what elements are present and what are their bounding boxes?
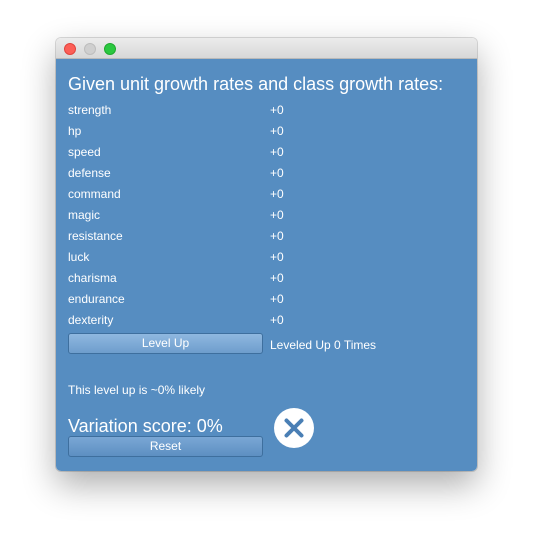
x-circle-icon [274, 408, 314, 448]
level-up-button[interactable]: Level Up [68, 333, 263, 354]
stat-row-strength: strength +0 [68, 103, 368, 119]
stat-value: +0 [270, 145, 284, 159]
stat-value: +0 [270, 229, 284, 243]
page-title: Given unit growth rates and class growth… [68, 74, 444, 94]
stat-value: +0 [270, 250, 284, 264]
zoom-window-button[interactable] [104, 43, 116, 55]
stat-name: dexterity [68, 313, 114, 327]
stat-name: charisma [68, 271, 117, 285]
main-panel: Given unit growth rates and class growth… [56, 59, 477, 471]
stat-name: strength [68, 103, 112, 117]
stat-row-speed: speed +0 [68, 145, 368, 161]
stat-row-resistance: resistance +0 [68, 229, 368, 245]
stat-row-endurance: endurance +0 [68, 292, 368, 308]
stat-value: +0 [270, 187, 284, 201]
stat-value: +0 [270, 103, 284, 117]
stat-name: magic [68, 208, 101, 222]
minimize-window-button[interactable] [84, 43, 96, 55]
stat-value: +0 [270, 313, 284, 327]
stat-value: +0 [270, 271, 284, 285]
stat-name: hp [68, 124, 82, 138]
stat-row-charisma: charisma +0 [68, 271, 368, 287]
stat-row-command: command +0 [68, 187, 368, 203]
stat-value: +0 [270, 292, 284, 306]
close-window-button[interactable] [64, 43, 76, 55]
likelihood-text: This level up is ~0% likely [68, 383, 206, 397]
stat-value: +0 [270, 166, 284, 180]
app-window: Given unit growth rates and class growth… [56, 38, 477, 471]
stat-name: endurance [68, 292, 125, 306]
title-bar [56, 38, 477, 59]
stat-name: defense [68, 166, 111, 180]
stat-value: +0 [270, 208, 284, 222]
stat-name: command [68, 187, 121, 201]
reset-button[interactable]: Reset [68, 436, 263, 457]
stat-name: resistance [68, 229, 123, 243]
stat-row-hp: hp +0 [68, 124, 368, 140]
stat-name: luck [68, 250, 90, 264]
stat-row-magic: magic +0 [68, 208, 368, 224]
variation-score: Variation score: 0% [68, 416, 223, 436]
stat-row-dexterity: dexterity +0 [68, 313, 368, 329]
stat-row-luck: luck +0 [68, 250, 368, 266]
level-up-count: Leveled Up 0 Times [270, 338, 377, 352]
stat-name: speed [68, 145, 101, 159]
stat-row-defense: defense +0 [68, 166, 368, 182]
stat-value: +0 [270, 124, 284, 138]
